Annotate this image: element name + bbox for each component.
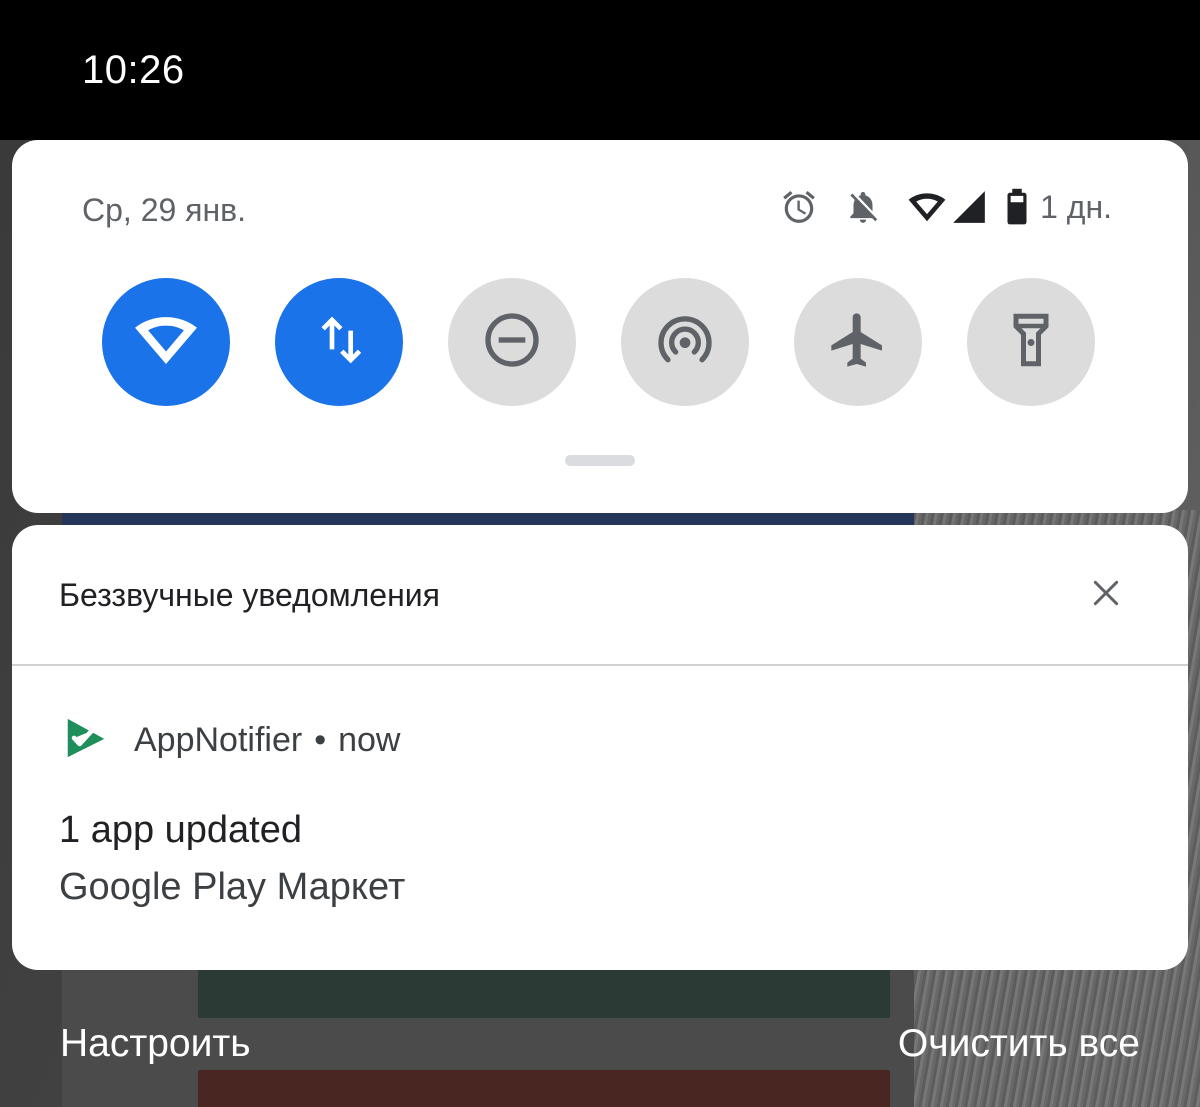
expand-handle[interactable] xyxy=(565,455,635,466)
separator-dot: • xyxy=(314,721,327,759)
tile-hotspot[interactable] xyxy=(621,278,749,406)
close-icon xyxy=(1090,577,1122,614)
close-section-button[interactable] xyxy=(1086,575,1126,615)
app-notifier-icon xyxy=(64,717,108,764)
tile-flashlight[interactable] xyxy=(967,278,1095,406)
flashlight-icon xyxy=(1001,310,1061,375)
tile-mobile-data[interactable] xyxy=(275,278,403,406)
notification-app-row[interactable]: AppNotifier • now xyxy=(64,717,400,764)
cell-signal-icon xyxy=(950,188,988,226)
section-divider xyxy=(12,664,1188,666)
notification-body[interactable]: Google Play Маркет xyxy=(59,866,405,909)
airplane-icon xyxy=(826,308,890,377)
battery-icon xyxy=(1004,188,1030,226)
tile-wifi[interactable] xyxy=(102,278,230,406)
do-not-disturb-icon xyxy=(480,308,544,377)
hotspot-icon xyxy=(653,308,717,377)
section-header: Беззвучные уведомления xyxy=(59,577,440,613)
tile-do-not-disturb[interactable] xyxy=(448,278,576,406)
app-name: AppNotifier xyxy=(134,721,303,759)
status-icons: 1 дн. xyxy=(780,188,1112,226)
notification-title[interactable]: 1 app updated xyxy=(59,809,302,852)
mobile-data-icon xyxy=(311,312,367,373)
background-event-card-2 xyxy=(198,1070,890,1107)
alarm-icon xyxy=(780,188,818,226)
battery-text: 1 дн. xyxy=(1040,188,1112,225)
notification-time: now xyxy=(338,721,401,759)
tile-airplane-mode[interactable] xyxy=(794,278,922,406)
notification-section: Беззвучные уведомления AppNotifier • now… xyxy=(12,525,1188,970)
status-bar-time: 10:26 xyxy=(82,48,185,92)
manage-button[interactable]: Настроить xyxy=(60,1022,251,1066)
quick-settings-tiles xyxy=(102,278,1095,406)
notifications-off-icon xyxy=(844,188,882,226)
date-label[interactable]: Ср, 29 янв. xyxy=(82,192,246,229)
wifi-icon xyxy=(906,188,948,226)
wifi-icon xyxy=(134,308,198,377)
clear-all-button[interactable]: Очистить все xyxy=(898,1022,1140,1066)
quick-settings-panel: Ср, 29 янв. 1 дн. xyxy=(12,140,1188,513)
